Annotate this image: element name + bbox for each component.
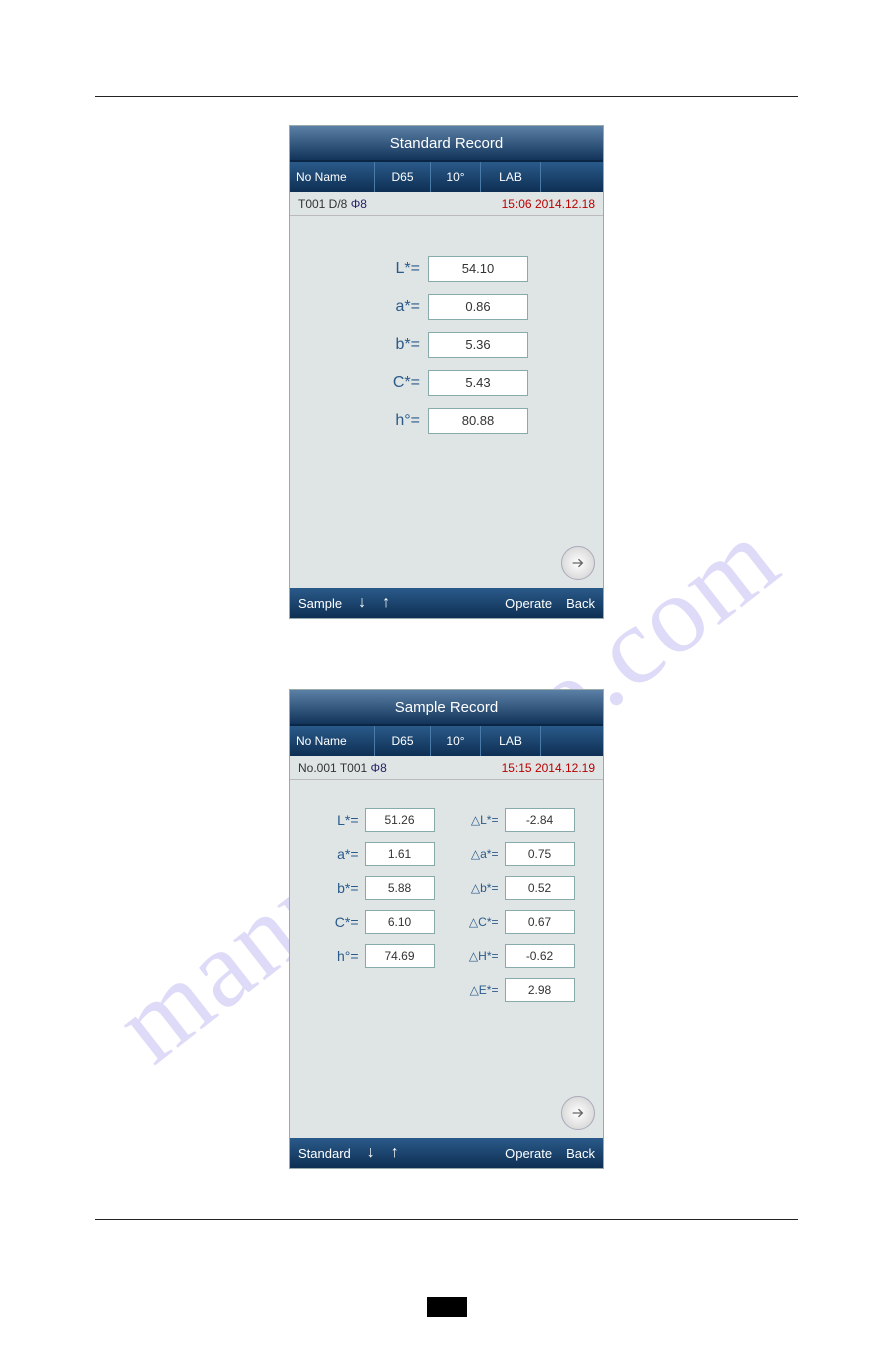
value-a[interactable]: 1.61	[365, 842, 435, 866]
label-dL: △L*=	[445, 813, 499, 827]
value-db[interactable]: 0.52	[505, 876, 575, 900]
title-bar: Standard Record	[290, 126, 603, 162]
label-dC: △C*=	[445, 915, 499, 929]
row-C: C*= 5.43	[290, 370, 603, 396]
seg-d65[interactable]: D65	[375, 162, 431, 192]
label-dE: △E*=	[445, 983, 499, 997]
value-L[interactable]: 51.26	[365, 808, 435, 832]
seg-lab[interactable]: LAB	[481, 162, 541, 192]
foot-back[interactable]: Back	[566, 596, 595, 611]
bottom-rule	[95, 1219, 798, 1220]
meta-line: T001 D/8 Φ8 15:06 2014.12.18	[290, 192, 603, 216]
row-L: L*= 51.26 △L*= -2.84	[290, 808, 603, 832]
seg-name[interactable]: No Name	[290, 726, 375, 756]
seg-deg[interactable]: 10°	[431, 162, 481, 192]
row-b: b*= 5.88 △b*= 0.52	[290, 876, 603, 900]
seg-blank	[541, 726, 603, 756]
value-dC[interactable]: 0.67	[505, 910, 575, 934]
value-L[interactable]: 54.10	[428, 256, 528, 282]
meta-left: No.001 T001 Φ8	[298, 761, 387, 775]
label-da: △a*=	[445, 847, 499, 861]
meta-left: T001 D/8 Φ8	[298, 197, 367, 211]
label-h: h°=	[319, 948, 359, 964]
seg-lab[interactable]: LAB	[481, 726, 541, 756]
arrow-right-icon	[570, 1105, 586, 1121]
record-body: L*= 51.26 △L*= -2.84 a*= 1.61 △a*= 0.75 …	[290, 780, 603, 1138]
title-bar: Sample Record	[290, 690, 603, 726]
label-L: L*=	[365, 260, 420, 278]
foot-back[interactable]: Back	[566, 1146, 595, 1161]
down-arrow-icon[interactable]: ↓	[358, 594, 366, 612]
label-a: a*=	[365, 298, 420, 316]
row-h: h°= 80.88	[290, 408, 603, 434]
row-b: b*= 5.36	[290, 332, 603, 358]
meta-line: No.001 T001 Φ8 15:15 2014.12.19	[290, 756, 603, 780]
label-b: b*=	[365, 336, 420, 354]
sample-record-screen: Sample Record No Name D65 10° LAB No.001…	[289, 689, 604, 1169]
meta-right: 15:15 2014.12.19	[502, 761, 595, 775]
label-L: L*=	[319, 812, 359, 828]
value-b[interactable]: 5.88	[365, 876, 435, 900]
row-C: C*= 6.10 △C*= 0.67	[290, 910, 603, 934]
value-dL[interactable]: -2.84	[505, 808, 575, 832]
foot-sample[interactable]: Sample	[298, 596, 342, 611]
row-a: a*= 1.61 △a*= 0.75	[290, 842, 603, 866]
row-h: h°= 74.69 △H*= -0.62	[290, 944, 603, 968]
value-h[interactable]: 80.88	[428, 408, 528, 434]
label-db: △b*=	[445, 881, 499, 895]
foot-standard[interactable]: Standard	[298, 1146, 351, 1161]
value-h[interactable]: 74.69	[365, 944, 435, 968]
segment-bar: No Name D65 10° LAB	[290, 162, 603, 192]
seg-d65[interactable]: D65	[375, 726, 431, 756]
row-L: L*= 54.10	[290, 256, 603, 282]
value-C[interactable]: 6.10	[365, 910, 435, 934]
value-a[interactable]: 0.86	[428, 294, 528, 320]
footer-bar: Sample ↓ ↑ Operate Back	[290, 588, 603, 618]
label-h: h°=	[365, 412, 420, 430]
arrow-right-icon	[570, 555, 586, 571]
up-arrow-icon[interactable]: ↑	[382, 594, 390, 612]
down-arrow-icon[interactable]: ↓	[367, 1144, 375, 1162]
label-b: b*=	[319, 880, 359, 896]
page-number-block	[427, 1297, 467, 1317]
seg-deg[interactable]: 10°	[431, 726, 481, 756]
label-C: C*=	[365, 374, 420, 392]
foot-operate[interactable]: Operate	[505, 1146, 552, 1161]
value-dH[interactable]: -0.62	[505, 944, 575, 968]
meta-right: 15:06 2014.12.18	[502, 197, 595, 211]
value-da[interactable]: 0.75	[505, 842, 575, 866]
standard-record-screen: Standard Record No Name D65 10° LAB T001…	[289, 125, 604, 619]
segment-bar: No Name D65 10° LAB	[290, 726, 603, 756]
seg-name[interactable]: No Name	[290, 162, 375, 192]
foot-operate[interactable]: Operate	[505, 596, 552, 611]
next-button[interactable]	[561, 546, 595, 580]
top-rule	[95, 96, 798, 97]
next-button[interactable]	[561, 1096, 595, 1130]
footer-bar: Standard ↓ ↑ Operate Back	[290, 1138, 603, 1168]
value-b[interactable]: 5.36	[428, 332, 528, 358]
seg-blank	[541, 162, 603, 192]
value-dE[interactable]: 2.98	[505, 978, 575, 1002]
value-C[interactable]: 5.43	[428, 370, 528, 396]
row-a: a*= 0.86	[290, 294, 603, 320]
label-a: a*=	[319, 846, 359, 862]
label-dH: △H*=	[445, 949, 499, 963]
row-E: △E*= 2.98	[290, 978, 603, 1002]
up-arrow-icon[interactable]: ↑	[391, 1144, 399, 1162]
label-C: C*=	[319, 914, 359, 930]
record-body: L*= 54.10 a*= 0.86 b*= 5.36 C*= 5.43 h°=…	[290, 216, 603, 588]
